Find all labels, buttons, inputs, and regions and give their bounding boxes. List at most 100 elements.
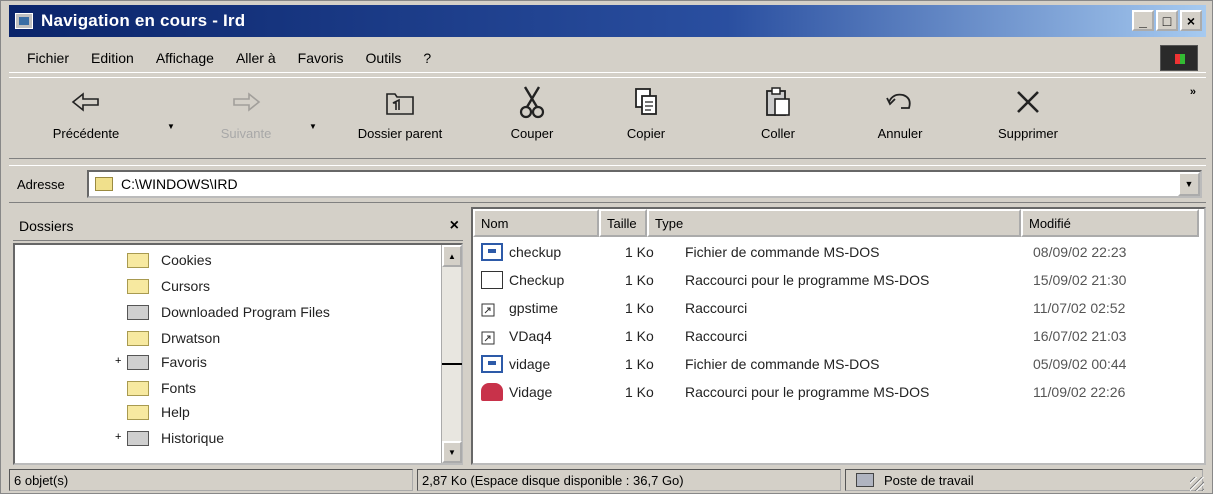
file-row[interactable]: vidage 1 Ko Fichier de commande MS-DOS 0… <box>473 353 1193 377</box>
tree-item[interactable]: Downloaded Program Files <box>127 301 330 323</box>
file-name: Vidage <box>509 384 553 400</box>
resize-grip-icon[interactable] <box>1190 477 1204 491</box>
address-dropdown-button[interactable]: ▼ <box>1178 172 1200 196</box>
undo-icon <box>885 84 915 120</box>
forward-button[interactable]: Suivante <box>191 84 301 156</box>
file-modified: 15/09/02 21:30 <box>1033 272 1127 288</box>
address-value[interactable]: C:\WINDOWS\IRD <box>121 176 238 192</box>
menu-favoris[interactable]: Favoris <box>298 50 344 66</box>
copy-button[interactable]: Copier <box>591 84 701 156</box>
back-button[interactable]: Précédente <box>31 84 141 156</box>
file-type: Raccourci <box>685 300 748 316</box>
windows-logo-icon <box>1160 45 1198 71</box>
title-bar[interactable]: Navigation en cours - Ird _ □ × <box>9 5 1206 37</box>
column-header-type[interactable]: Type <box>647 209 1021 237</box>
tree-item[interactable]: Fonts <box>127 377 196 399</box>
column-header-name[interactable]: Nom <box>473 209 599 237</box>
file-row[interactable]: Checkup 1 Ko Raccourci pour le programme… <box>473 269 1193 293</box>
explorer-window: Navigation en cours - Ird _ □ × Fichier … <box>0 0 1213 494</box>
forward-dropdown-icon[interactable]: ▼ <box>309 122 317 131</box>
shortcut-icon <box>481 299 503 317</box>
menu-outils[interactable]: Outils <box>366 50 402 66</box>
file-row[interactable]: checkup 1 Ko Fichier de commande MS-DOS … <box>473 241 1193 265</box>
forward-label: Suivante <box>220 126 272 141</box>
tree-item[interactable]: Historique <box>127 427 224 449</box>
status-object-count: 6 objet(s) <box>9 469 413 491</box>
msdos-shortcut-icon <box>481 271 503 289</box>
minimize-icon: _ <box>1139 12 1147 29</box>
file-type: Fichier de commande MS-DOS <box>685 244 880 260</box>
tree-item[interactable]: Help <box>127 401 190 423</box>
close-folders-pane-icon[interactable]: × <box>450 217 459 235</box>
status-disk-space: 2,87 Ko (Espace disque disponible : 36,7… <box>417 469 841 491</box>
menu-fichier[interactable]: Fichier <box>27 50 69 66</box>
expand-icon[interactable]: + <box>115 355 121 367</box>
maximize-icon: □ <box>1162 12 1172 29</box>
back-dropdown-icon[interactable]: ▼ <box>167 122 175 131</box>
toolbar-overflow-chevron-icon[interactable]: » <box>1190 86 1196 98</box>
file-modified: 11/07/02 02:52 <box>1033 300 1126 316</box>
file-size: 1 Ko <box>625 356 654 372</box>
folder-icon <box>127 380 149 396</box>
column-header-size[interactable]: Taille <box>599 209 647 237</box>
folder-window-icon <box>15 13 33 29</box>
address-field[interactable]: C:\WINDOWS\IRD ▼ <box>87 170 1202 198</box>
shortcut-icon <box>481 327 503 345</box>
column-header-modified[interactable]: Modifié <box>1021 209 1199 237</box>
scroll-thumb[interactable] <box>442 335 462 365</box>
file-modified: 05/09/02 00:44 <box>1033 356 1127 372</box>
undo-button[interactable]: Annuler <box>845 84 955 156</box>
status-zone: Poste de travail <box>845 469 1203 491</box>
paste-button[interactable]: Coller <box>723 84 833 156</box>
file-size: 1 Ko <box>625 300 654 316</box>
maximize-button[interactable]: □ <box>1156 10 1178 31</box>
file-size: 1 Ko <box>625 384 654 400</box>
minimize-button[interactable]: _ <box>1132 10 1154 31</box>
chevron-down-icon: ▼ <box>1184 179 1194 189</box>
window-title: Navigation en cours - Ird <box>41 11 246 30</box>
scroll-down-button[interactable]: ▼ <box>442 441 462 463</box>
file-size: 1 Ko <box>625 328 654 344</box>
cut-button[interactable]: Couper <box>477 84 587 156</box>
status-zone-label: Poste de travail <box>884 472 974 488</box>
tree-item[interactable]: Cookies <box>127 249 212 271</box>
menu-edition[interactable]: Edition <box>91 50 134 66</box>
folder-tree: Cookies Cursors Downloaded Program Files… <box>13 243 463 465</box>
forward-arrow-icon <box>231 84 261 120</box>
file-type: Raccourci pour le programme MS-DOS <box>685 272 930 288</box>
tree-item-label: Fonts <box>161 380 197 396</box>
delete-button[interactable]: Supprimer <box>973 84 1083 156</box>
paste-clipboard-icon <box>764 84 792 120</box>
scroll-up-button[interactable]: ▲ <box>442 245 462 267</box>
close-button[interactable]: × <box>1180 10 1202 31</box>
address-label: Adresse <box>17 176 65 192</box>
menu-affichage[interactable]: Affichage <box>156 50 214 66</box>
folders-pane: Dossiers × Cookies Cursors Downloaded Pr… <box>13 211 463 465</box>
parent-folder-button[interactable]: Dossier parent <box>335 84 465 156</box>
file-type: Fichier de commande MS-DOS <box>685 356 880 372</box>
file-row[interactable]: Vidage 1 Ko Raccourci pour le programme … <box>473 381 1193 405</box>
parent-folder-icon <box>385 84 415 120</box>
file-row[interactable]: gpstime 1 Ko Raccourci 11/07/02 02:52 <box>473 297 1193 321</box>
folder-icon <box>127 404 149 420</box>
file-modified: 16/07/02 21:03 <box>1033 328 1127 344</box>
file-type: Raccourci pour le programme MS-DOS <box>685 384 930 400</box>
tree-item-label: Cursors <box>161 278 211 294</box>
menu-aller-a[interactable]: Aller à <box>236 50 276 66</box>
menu-help[interactable]: ? <box>423 50 431 66</box>
tree-item[interactable]: Favoris <box>127 351 207 373</box>
folder-tree-scrollbar[interactable]: ▲ ▼ <box>441 245 462 463</box>
window-controls: _ □ × <box>1132 10 1202 31</box>
file-name: vidage <box>509 356 551 372</box>
delete-label: Supprimer <box>998 126 1058 141</box>
paste-label: Coller <box>761 126 795 141</box>
folders-header: Dossiers × <box>13 211 463 241</box>
tree-item[interactable]: Drwatson <box>127 327 220 349</box>
batch-file-icon <box>481 243 503 261</box>
expand-icon[interactable]: + <box>115 431 121 443</box>
arrow-up-icon: ▲ <box>448 251 456 261</box>
tree-item-label: Favoris <box>161 354 207 370</box>
back-label: Précédente <box>52 126 120 141</box>
tree-item[interactable]: Cursors <box>127 275 210 297</box>
file-row[interactable]: VDaq4 1 Ko Raccourci 16/07/02 21:03 <box>473 325 1193 349</box>
